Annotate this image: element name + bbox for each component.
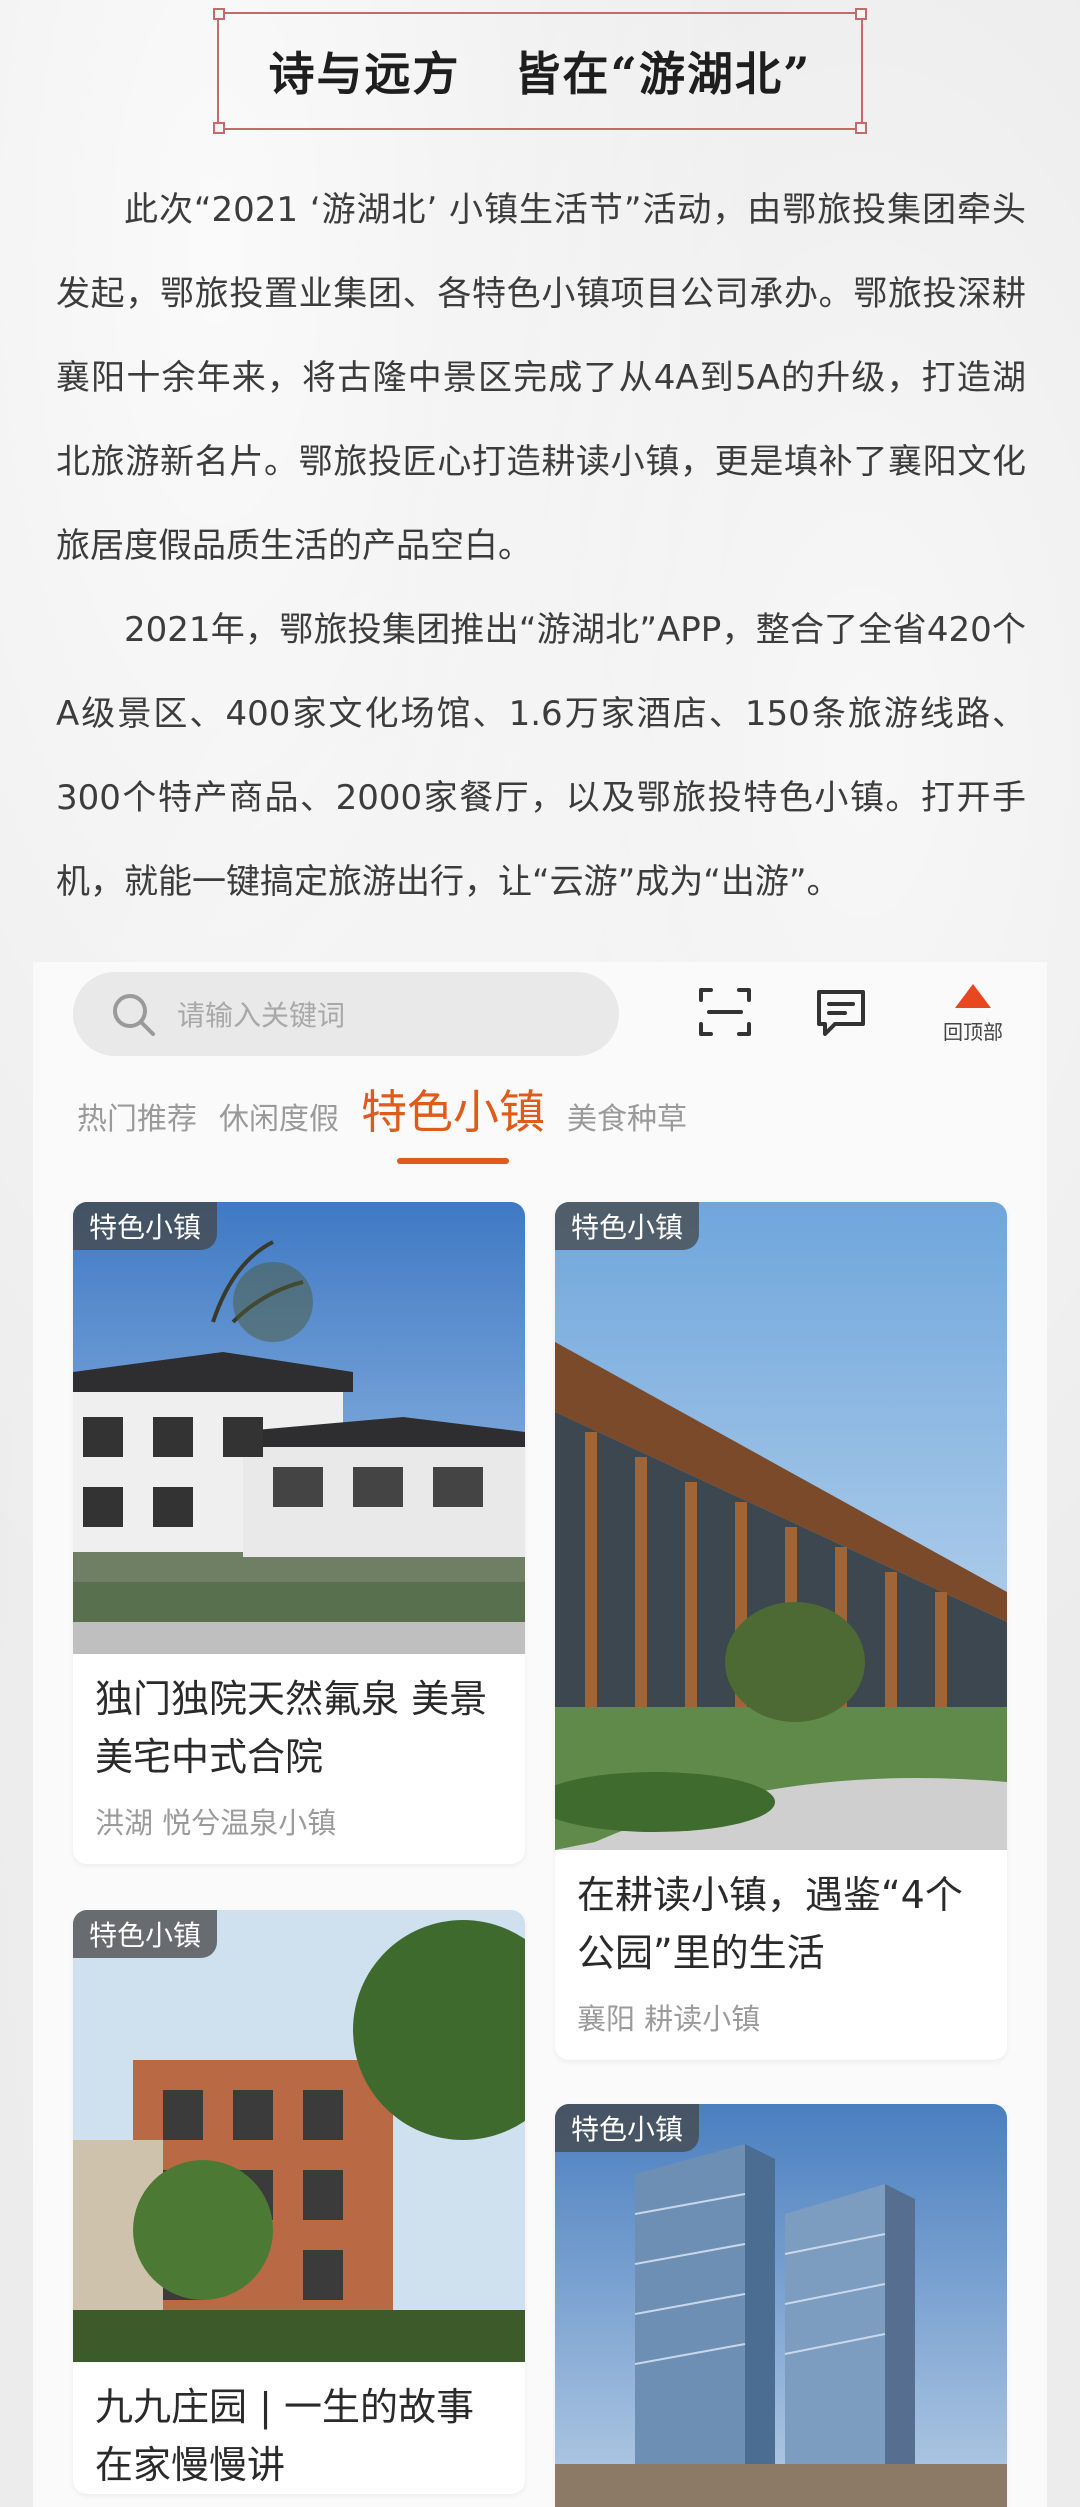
search-input[interactable]: 请输入关键词 xyxy=(73,972,619,1056)
villa-photo xyxy=(73,1202,525,1654)
active-tab-indicator xyxy=(397,1158,509,1164)
tab-featured-town[interactable]: 特色小镇 xyxy=(361,1076,545,1164)
card-location: 洪湖 悦兮温泉小镇 xyxy=(95,1806,337,1840)
card-title: 在耕读小镇，遇鉴“4个公园”里的生活 xyxy=(577,1873,963,1975)
article-paragraph: 2021年，鄂旅投集团推出“游湖北”APP，整合了全省420个A级景区、400家… xyxy=(56,610,1026,902)
card-badge: 特色小镇 xyxy=(555,2104,700,2152)
section-title-frame: 诗与远方 皆在“游湖北” xyxy=(213,8,867,134)
article-body: 此次“2021 ‘游湖北’ 小镇生活节”活动，由鄂旅投集团牵头发起，鄂旅投置业集… xyxy=(56,168,1026,924)
card-image: 特色小镇 xyxy=(73,1202,525,1654)
card-image: 特色小镇 xyxy=(73,1910,525,2362)
back-to-top-button[interactable]: 回顶部 xyxy=(933,984,1013,1054)
manor-photo xyxy=(73,1910,525,2362)
feed-card[interactable]: 特色小镇 九九庄园 | 一生的故事 在家慢慢讲 xyxy=(73,1910,525,2494)
card-image: 特色小镇 xyxy=(555,2104,1007,2507)
feed-card[interactable]: 特色小镇 独门独院天然氟泉 美景美宅中式合院 洪湖 悦兮温泉小镇 xyxy=(73,1202,525,1864)
card-image: 特色小镇 xyxy=(555,1202,1007,1850)
app-screenshot: 请输入关键词 回顶部 热门推荐 休闲度假 特色小镇 美食种草 特色小镇 独门独院… xyxy=(33,962,1047,2507)
card-title: 独门独院天然氟泉 美景美宅中式合院 xyxy=(95,1677,488,1779)
article-paragraph: 此次“2021 ‘游湖北’ 小镇生活节”活动，由鄂旅投集团牵头发起，鄂旅投置业集… xyxy=(56,190,1026,566)
card-badge: 特色小镇 xyxy=(555,1202,700,1250)
search-placeholder: 请输入关键词 xyxy=(177,999,346,1032)
back-to-top-label: 回顶部 xyxy=(943,1020,1003,1044)
card-location: 襄阳 耕读小镇 xyxy=(577,2002,761,2036)
card-badge: 特色小镇 xyxy=(73,1910,218,1958)
message-icon[interactable] xyxy=(811,982,871,1042)
building-photo xyxy=(555,1202,1007,1850)
tab-leisure[interactable]: 休闲度假 xyxy=(219,1094,339,1150)
card-badge: 特色小镇 xyxy=(73,1202,218,1250)
feed-card[interactable]: 特色小镇 xyxy=(555,2104,1007,2507)
up-arrow-icon xyxy=(955,984,991,1008)
towers-photo xyxy=(555,2104,1007,2507)
app-top-bar: 请输入关键词 回顶部 xyxy=(33,962,1047,1072)
frame-corner xyxy=(855,8,867,20)
search-icon xyxy=(113,994,155,1036)
card-title: 九九庄园 | 一生的故事 在家慢慢讲 xyxy=(95,2385,474,2487)
feed-card[interactable]: 特色小镇 在耕读小镇，遇鉴“4个公园”里的生活 襄阳 耕读小镇 xyxy=(555,1202,1007,2060)
tab-hot[interactable]: 热门推荐 xyxy=(77,1094,197,1150)
category-tabs: 热门推荐 休闲度假 特色小镇 美食种草 xyxy=(77,1080,709,1164)
tab-label: 特色小镇 xyxy=(361,1085,545,1139)
frame-corner xyxy=(855,122,867,134)
frame-corner xyxy=(213,122,225,134)
scan-icon[interactable] xyxy=(695,982,755,1042)
tab-food[interactable]: 美食种草 xyxy=(567,1094,687,1150)
frame-corner xyxy=(213,8,225,20)
section-title: 诗与远方 皆在“游湖北” xyxy=(268,47,812,101)
